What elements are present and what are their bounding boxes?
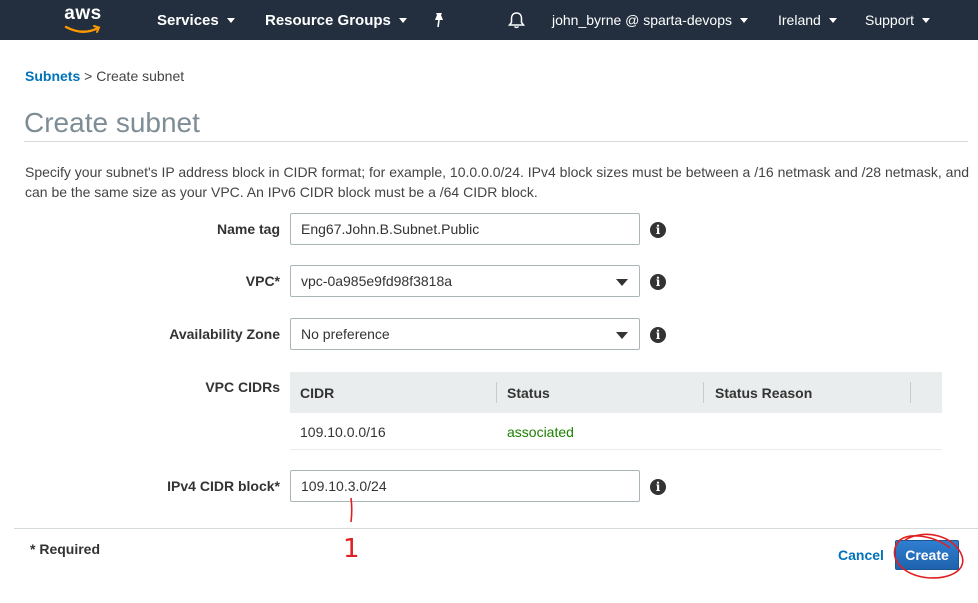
vpc-value: vpc-0a985e9fd98f3818a: [301, 273, 453, 289]
page-description: Specify your subnet's IP address block i…: [25, 164, 970, 200]
chevron-down-icon: [226, 17, 235, 23]
name-tag-value: Eng67.John.B.Subnet.Public: [301, 221, 480, 237]
required-note: * Required: [30, 541, 101, 557]
chevron-down-icon: [922, 17, 931, 23]
dropdown-arrow-icon: [616, 279, 628, 286]
status-cell: associated: [507, 423, 574, 440]
info-icon[interactable]: i: [650, 327, 666, 343]
pin-button[interactable]: [432, 0, 446, 40]
aws-logo-text: aws: [64, 3, 102, 24]
chevron-down-icon: [828, 17, 837, 23]
pin-icon: [435, 13, 443, 28]
aws-logo[interactable]: aws: [60, 4, 106, 36]
column-divider[interactable]: [703, 382, 704, 403]
availability-zone-value: No preference: [301, 326, 390, 342]
vpc-label: VPC*: [245, 273, 280, 289]
support-menu[interactable]: Support: [865, 0, 931, 40]
chevron-down-icon: [739, 17, 748, 23]
services-menu[interactable]: Services: [157, 0, 235, 40]
column-header-cidr[interactable]: CIDR: [300, 372, 334, 413]
region-menu[interactable]: Ireland: [778, 0, 837, 40]
breadcrumb: Subnets > Create subnet: [25, 68, 184, 84]
availability-zone-select[interactable]: No preference: [290, 318, 640, 350]
name-tag-label: Name tag: [216, 221, 280, 237]
vpc-select[interactable]: vpc-0a985e9fd98f3818a: [290, 265, 640, 297]
availability-zone-label: Availability Zone: [169, 326, 280, 342]
services-label: Services: [157, 11, 219, 29]
ipv4-cidr-input[interactable]: 109.10.3.0/24: [290, 470, 640, 502]
dropdown-arrow-icon: [616, 332, 628, 339]
annotation-number: 1: [343, 534, 360, 564]
info-icon[interactable]: i: [650, 479, 666, 495]
name-tag-input[interactable]: Eng67.John.B.Subnet.Public: [290, 213, 640, 245]
title-divider: [24, 141, 968, 142]
footer-divider: [14, 528, 978, 529]
resource-groups-menu[interactable]: Resource Groups: [265, 0, 407, 40]
breadcrumb-subnets-link[interactable]: Subnets: [25, 68, 80, 84]
column-divider[interactable]: [496, 382, 497, 403]
aws-smile-icon: [64, 25, 101, 33]
table-row: 109.10.0.0/16 associated: [290, 413, 942, 450]
breadcrumb-current: Create subnet: [96, 68, 185, 84]
vpc-cidrs-label: VPC CIDRs: [205, 379, 280, 395]
cidr-cell: 109.10.0.0/16: [300, 423, 386, 440]
bell-icon: [508, 12, 525, 29]
account-menu[interactable]: john_byrne @ sparta-devops: [552, 0, 748, 40]
annotation-overlay: 1: [343, 497, 964, 579]
breadcrumb-separator: >: [80, 68, 97, 84]
info-icon[interactable]: i: [650, 222, 666, 238]
chevron-down-icon: [398, 17, 407, 23]
ipv4-cidr-value: 109.10.3.0/24: [301, 478, 387, 494]
account-label: john_byrne @ sparta-devops: [552, 12, 732, 28]
column-header-status[interactable]: Status: [507, 372, 550, 413]
page-title: Create subnet: [24, 107, 200, 138]
ipv4-cidr-label: IPv4 CIDR block*: [167, 478, 280, 494]
vpc-cidrs-table-header: CIDR Status Status Reason: [290, 372, 942, 413]
top-navigation-bar: aws Services Resource Groups john_byrne …: [0, 0, 978, 40]
support-label: Support: [865, 12, 915, 28]
notifications-button[interactable]: [508, 0, 525, 40]
create-button[interactable]: Create: [895, 540, 959, 570]
column-divider[interactable]: [910, 382, 911, 403]
column-header-status-reason[interactable]: Status Reason: [715, 372, 812, 413]
resource-groups-label: Resource Groups: [265, 11, 391, 29]
region-label: Ireland: [778, 12, 821, 28]
info-icon[interactable]: i: [650, 274, 666, 290]
cancel-button[interactable]: Cancel: [838, 547, 884, 563]
